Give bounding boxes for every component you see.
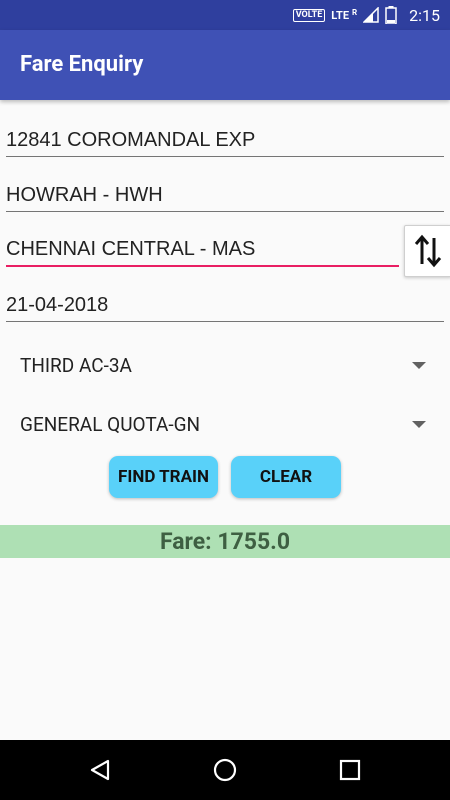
volte-badge: VOLTE bbox=[292, 8, 326, 22]
lte-label: LTE bbox=[331, 8, 350, 22]
caret-down-icon bbox=[412, 362, 426, 369]
class-selected-label: THIRD AC-3A bbox=[20, 354, 132, 377]
swap-vertical-icon bbox=[414, 234, 442, 268]
clear-button[interactable]: CLEAR bbox=[231, 456, 341, 498]
page-title: Fare Enquiry bbox=[20, 52, 144, 77]
lte-indicator: LTE R bbox=[331, 7, 358, 22]
find-train-button[interactable]: FIND TRAIN bbox=[109, 456, 218, 498]
home-icon[interactable] bbox=[212, 757, 238, 783]
back-icon[interactable] bbox=[88, 758, 112, 782]
roaming-indicator: R bbox=[352, 7, 358, 17]
quota-selected-label: GENERAL QUOTA-GN bbox=[20, 413, 201, 436]
recents-icon[interactable] bbox=[339, 759, 361, 781]
fare-result-bar: Fare: 1755.0 bbox=[0, 525, 450, 558]
status-bar: VOLTE LTE R 2:15 bbox=[0, 0, 450, 30]
caret-down-icon bbox=[412, 421, 426, 428]
from-station-field[interactable] bbox=[6, 179, 444, 212]
signal-icon bbox=[363, 7, 379, 23]
swap-stations-button[interactable] bbox=[404, 225, 450, 277]
fare-text: Fare: 1755.0 bbox=[159, 528, 291, 555]
status-clock: 2:15 bbox=[409, 5, 440, 25]
to-station-field[interactable] bbox=[6, 233, 399, 267]
class-dropdown[interactable]: THIRD AC-3A bbox=[0, 344, 450, 384]
app-bar: Fare Enquiry bbox=[0, 30, 450, 100]
journey-date-field[interactable] bbox=[6, 289, 444, 322]
quota-dropdown[interactable]: GENERAL QUOTA-GN bbox=[0, 403, 450, 443]
status-icons: VOLTE LTE R 2:15 bbox=[292, 4, 440, 26]
train-number-field[interactable] bbox=[6, 124, 444, 157]
navigation-bar bbox=[0, 740, 450, 800]
battery-icon bbox=[385, 6, 397, 24]
